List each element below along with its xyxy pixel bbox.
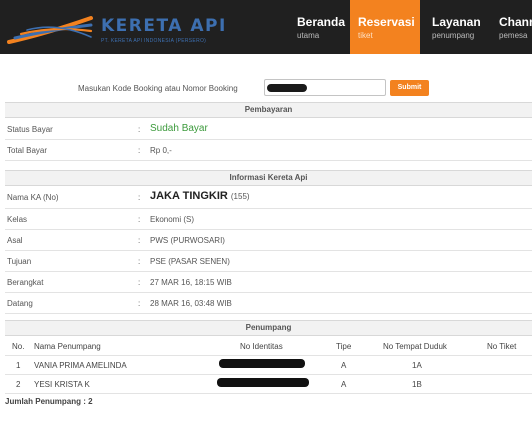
passenger-type: A — [341, 380, 347, 389]
status-bayar-value: Sudah Bayar — [150, 123, 208, 134]
origin-label: Asal — [7, 236, 23, 245]
class-row: Kelas : Ekonomi (S) — [5, 209, 532, 230]
redacted-booking-code — [267, 84, 307, 92]
origin-row: Asal : PWS (PURWOSARI) — [5, 230, 532, 251]
col-header-type: Tipe — [336, 342, 352, 351]
passenger-no: 1 — [16, 361, 21, 370]
train-name-label: Nama KA (No) — [7, 193, 59, 202]
nav-beranda-subtitle: utama — [297, 31, 320, 40]
colon: : — [138, 278, 141, 287]
nav-beranda-title: Beranda — [297, 15, 346, 29]
passenger-seat: 1A — [412, 361, 422, 370]
table-row: 1 VANIA PRIMA AMELINDA A 1A — [5, 356, 532, 375]
redacted-identity-number — [219, 359, 305, 368]
nav-channel-title: Chann — [499, 15, 532, 29]
passenger-total: Jumlah Penumpang : 2 — [5, 397, 93, 406]
origin-value: PWS (PURWOSARI) — [150, 236, 225, 245]
nav-beranda[interactable]: Beranda utama — [289, 0, 349, 54]
nav-reservasi-title: Reservasi — [358, 15, 415, 29]
logo-subtitle: PT. KERETA API INDONESIA (PERSERO) — [101, 38, 207, 44]
train-name-row: Nama KA (No) : JAKA TINGKIR (155) — [5, 187, 532, 209]
colon: : — [138, 236, 141, 245]
nav-channel[interactable]: Chann pemesa — [491, 0, 532, 54]
redacted-identity-number — [217, 378, 309, 387]
train-swoosh-icon — [7, 16, 93, 44]
class-label: Kelas — [7, 215, 28, 224]
train-info-heading: Informasi Kereta Api — [5, 170, 532, 186]
total-bayar-value: Rp 0,- — [150, 146, 172, 155]
colon: : — [138, 257, 141, 266]
status-bayar-label: Status Bayar — [7, 125, 53, 134]
nav-layanan-title: Layanan — [432, 15, 481, 29]
booking-code-label: Masukan Kode Booking atau Nomor Booking — [78, 84, 238, 93]
nav-reservasi[interactable]: Reservasi tiket — [350, 0, 420, 54]
arrival-label: Datang — [7, 299, 33, 308]
col-header-id: No Identitas — [240, 342, 283, 351]
departure-row: Berangkat : 27 MAR 16, 18:15 WIB — [5, 272, 532, 293]
train-number: (155) — [230, 192, 250, 201]
payment-section-heading: Pembayaran — [5, 102, 532, 118]
logo-title: KERETA API — [101, 16, 227, 36]
total-bayar-label: Total Bayar — [7, 146, 48, 155]
col-header-no: No. — [12, 342, 25, 351]
arrival-row: Datang : 28 MAR 16, 03:48 WIB — [5, 293, 532, 314]
departure-label: Berangkat — [7, 278, 44, 287]
nav-layanan-subtitle: penumpang — [432, 31, 475, 40]
passenger-no: 2 — [16, 380, 21, 389]
nav-reservasi-subtitle: tiket — [358, 31, 373, 40]
colon: : — [138, 215, 141, 224]
kereta-api-logo[interactable]: KERETA API PT. KERETA API INDONESIA (PER… — [5, 8, 235, 48]
colon: : — [138, 146, 141, 155]
submit-button[interactable]: Submit — [390, 80, 429, 96]
passenger-seat: 1B — [412, 380, 422, 389]
col-header-ticket: No Tiket — [487, 342, 517, 351]
payment-total-row: Total Bayar : Rp 0,- — [5, 140, 532, 161]
passenger-section-heading: Penumpang — [5, 320, 532, 336]
arrival-value: 28 MAR 16, 03:48 WIB — [150, 299, 232, 308]
passenger-name: YESI KRISTA K — [34, 380, 90, 389]
colon: : — [138, 193, 141, 202]
train-name-text: JAKA TINGKIR — [150, 190, 228, 202]
destination-row: Tujuan : PSE (PASAR SENEN) — [5, 251, 532, 272]
train-name-value: JAKA TINGKIR (155) — [150, 190, 250, 202]
table-row: 2 YESI KRISTA K A 1B — [5, 375, 532, 394]
class-value: Ekonomi (S) — [150, 215, 195, 224]
passenger-name: VANIA PRIMA AMELINDA — [34, 361, 127, 370]
destination-value: PSE (PASAR SENEN) — [150, 257, 230, 266]
booking-code-input[interactable] — [264, 79, 386, 96]
nav-channel-subtitle: pemesa — [499, 31, 528, 40]
colon: : — [138, 299, 141, 308]
col-header-name: Nama Penumpang — [34, 342, 101, 351]
colon: : — [138, 125, 141, 134]
passenger-type: A — [341, 361, 347, 370]
nav-layanan[interactable]: Layanan penumpang — [424, 0, 494, 54]
col-header-seat: No Tempat Duduk — [383, 342, 447, 351]
payment-status-row: Status Bayar : Sudah Bayar — [5, 119, 532, 140]
destination-label: Tujuan — [7, 257, 32, 266]
departure-value: 27 MAR 16, 18:15 WIB — [150, 278, 232, 287]
top-header: KERETA API PT. KERETA API INDONESIA (PER… — [0, 0, 532, 54]
